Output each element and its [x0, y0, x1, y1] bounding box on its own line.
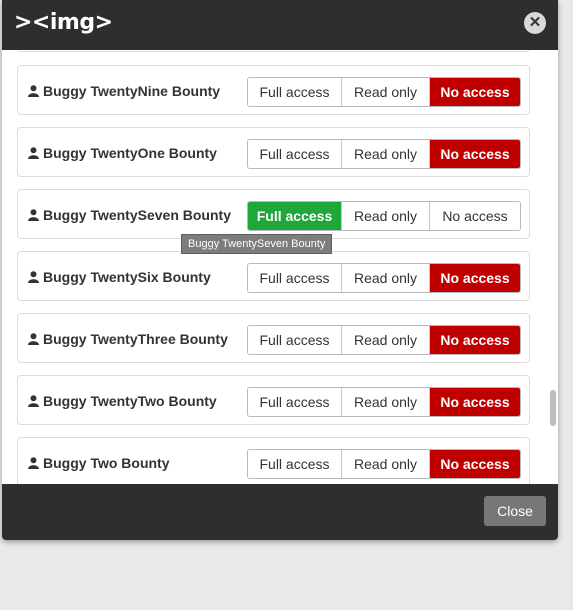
no-access-button[interactable]: No access [430, 202, 520, 230]
access-toggle: Full access Read only No access [247, 263, 521, 293]
no-access-button[interactable]: No access [430, 326, 520, 354]
full-access-button[interactable]: Full access [248, 450, 342, 478]
user-icon [28, 457, 39, 469]
user-icon [28, 85, 39, 97]
row-name: Buggy TwentyNine Bounty [43, 83, 221, 99]
access-row: Buggy TwentySix Bounty Full access Read … [17, 251, 530, 301]
tooltip: Buggy TwentySeven Bounty [181, 234, 333, 254]
full-access-button[interactable]: Full access [248, 264, 342, 292]
read-only-button[interactable]: Read only [342, 202, 430, 230]
user-icon [28, 147, 39, 159]
permissions-modal: ><img> ✕ Buggy TwentyNine Bounty Full ac… [2, 0, 558, 540]
no-access-button[interactable]: No access [430, 450, 520, 478]
modal-header: ><img> ✕ [2, 0, 558, 50]
no-access-button[interactable]: No access [430, 78, 520, 106]
read-only-button[interactable]: Read only [342, 78, 430, 106]
full-access-button[interactable]: Full access [248, 140, 342, 168]
access-row: Buggy TwentySeven Bounty Full access Rea… [17, 189, 530, 239]
no-access-button[interactable]: No access [430, 388, 520, 416]
access-row: Buggy TwentyOne Bounty Full access Read … [17, 127, 530, 177]
no-access-button[interactable]: No access [430, 140, 520, 168]
modal-footer: Close [2, 484, 558, 540]
row-name: Buggy TwentyThree Bounty [43, 331, 228, 347]
read-only-button[interactable]: Read only [342, 140, 430, 168]
row-name: Buggy TwentyOne Bounty [43, 145, 217, 161]
user-icon [28, 333, 39, 345]
row-name: Buggy TwentyTwo Bounty [43, 393, 217, 409]
read-only-button[interactable]: Read only [342, 264, 430, 292]
row-name: Buggy Two Bounty [43, 455, 170, 471]
full-access-button[interactable]: Full access [248, 326, 342, 354]
access-toggle: Full access Read only No access [247, 387, 521, 417]
access-list[interactable]: Buggy TwentyNine Bounty Full access Read… [2, 50, 558, 484]
full-access-button[interactable]: Full access [248, 202, 342, 230]
access-toggle: Full access Read only No access [247, 325, 521, 355]
access-toggle: Full access Read only No access [247, 139, 521, 169]
access-row: Buggy TwentyTwo Bounty Full access Read … [17, 375, 530, 425]
read-only-button[interactable]: Read only [342, 326, 430, 354]
close-button[interactable]: Close [484, 496, 546, 526]
access-toggle: Full access Read only No access [247, 77, 521, 107]
access-row: Buggy TwentyThree Bounty Full access Rea… [17, 313, 530, 363]
row-name: Buggy TwentySeven Bounty [43, 207, 231, 223]
user-icon [28, 271, 39, 283]
user-icon [28, 209, 39, 221]
access-toggle: Full access Read only No access [247, 201, 521, 231]
close-icon[interactable]: ✕ [524, 12, 546, 34]
no-access-button[interactable]: No access [430, 264, 520, 292]
full-access-button[interactable]: Full access [248, 388, 342, 416]
full-access-button[interactable]: Full access [248, 78, 342, 106]
user-icon [28, 395, 39, 407]
row-name: Buggy TwentySix Bounty [43, 269, 211, 285]
access-row: Buggy TwentyNine Bounty Full access Read… [17, 65, 530, 115]
scrollbar-thumb[interactable] [550, 390, 556, 426]
read-only-button[interactable]: Read only [342, 388, 430, 416]
access-row: Buggy Two Bounty Full access Read only N… [17, 437, 530, 484]
access-toggle: Full access Read only No access [247, 449, 521, 479]
app-logo: ><img> [14, 10, 113, 35]
list-item-partial [17, 50, 530, 52]
read-only-button[interactable]: Read only [342, 450, 430, 478]
